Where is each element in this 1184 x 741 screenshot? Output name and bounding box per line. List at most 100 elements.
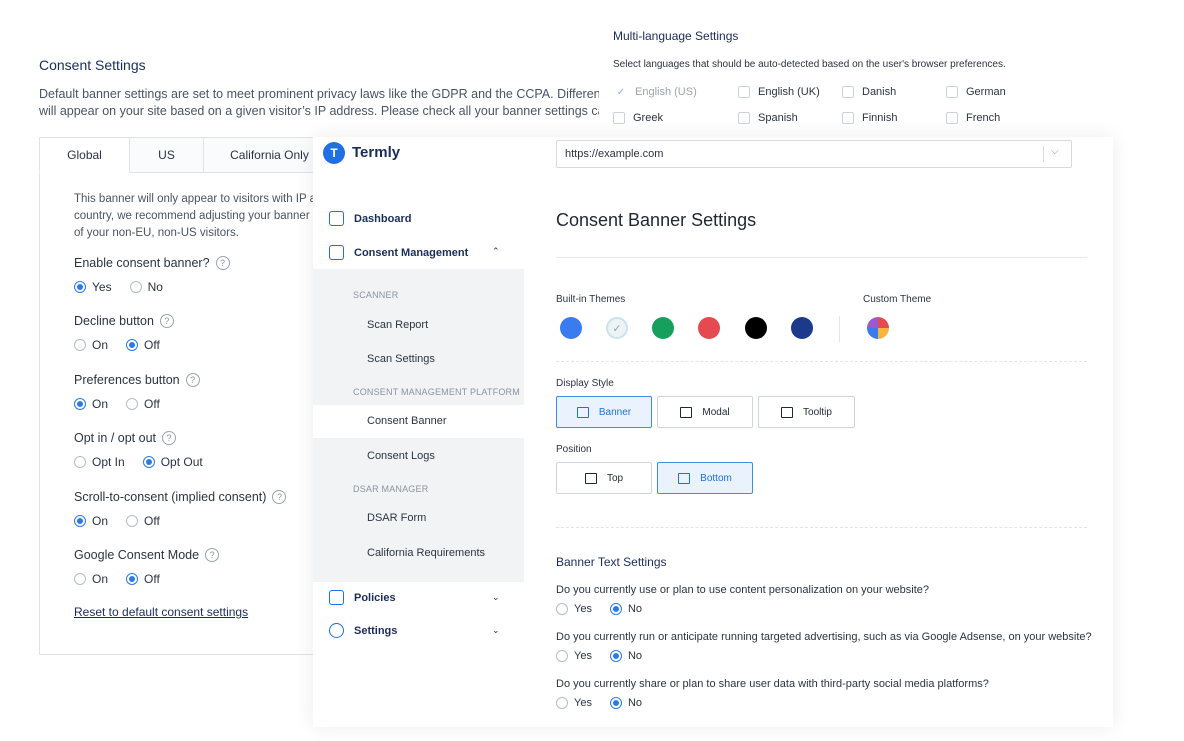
- question-label: Opt in / opt out: [74, 431, 156, 445]
- radio-off[interactable]: Off: [126, 338, 160, 352]
- help-icon[interactable]: ?: [159, 314, 174, 328]
- lang-greek-checkbox[interactable]: Greek: [613, 112, 663, 124]
- display-style-banner-button[interactable]: Banner: [556, 396, 652, 428]
- help-icon[interactable]: ?: [185, 373, 200, 387]
- radio-yes[interactable]: Yes: [556, 697, 592, 709]
- tab-global[interactable]: Global: [39, 137, 130, 173]
- radio-label: Off: [144, 338, 160, 352]
- text-question-3: Do you currently share or plan to share …: [556, 678, 989, 690]
- radio-no[interactable]: No: [129, 280, 163, 294]
- chevron-down-icon[interactable]: ⌄: [492, 625, 500, 636]
- theme-swatch-red[interactable]: [698, 317, 720, 339]
- theme-swatch-green[interactable]: [652, 317, 674, 339]
- sidebar-item-consent-logs[interactable]: Consent Logs: [367, 450, 435, 462]
- question-decline-button: Decline button? On Off: [74, 314, 174, 352]
- check-icon: ✓: [615, 86, 627, 98]
- submenu-heading-scanner: SCANNER: [353, 290, 399, 300]
- sidebar-item-settings[interactable]: Settings: [329, 623, 397, 638]
- banner-info-text: This banner will only appear to visitors…: [74, 191, 319, 242]
- radio-yes[interactable]: Yes: [556, 650, 592, 662]
- submenu-heading-dsar: DSAR MANAGER: [353, 484, 429, 494]
- lang-german-checkbox[interactable]: German: [946, 86, 1006, 98]
- chevron-down-icon[interactable]: ⌵: [1051, 146, 1059, 157]
- radio-no[interactable]: No: [609, 697, 643, 709]
- reset-defaults-link[interactable]: Reset to default consent settings: [74, 605, 248, 619]
- page-title: Consent Banner Settings: [556, 210, 757, 230]
- info-line-3: of your non-EU, non-US visitors.: [74, 227, 239, 239]
- display-style-modal-button[interactable]: Modal: [657, 396, 753, 428]
- sidebar-item-california-requirements[interactable]: California Requirements: [367, 547, 485, 559]
- question-preferences-button: Preferences button? On Off: [74, 373, 200, 411]
- tooltip-icon: [781, 406, 794, 418]
- multi-language-subtitle: Select languages that should be auto-det…: [613, 59, 1006, 70]
- text-question-2-options: Yes No: [556, 650, 642, 662]
- website-url-select[interactable]: https://example.com: [556, 140, 1072, 168]
- theme-swatch-navy[interactable]: [791, 317, 813, 339]
- checkbox-label: French: [966, 112, 1001, 124]
- radio-off[interactable]: Off: [126, 572, 160, 586]
- sidebar-item-scan-settings[interactable]: Scan Settings: [367, 353, 435, 365]
- info-line-2: country, we recommend adjusting your ban…: [74, 210, 319, 222]
- help-icon[interactable]: ?: [162, 431, 176, 445]
- lang-finnish-checkbox[interactable]: Finnish: [842, 112, 897, 124]
- chevron-up-icon[interactable]: ⌃: [492, 246, 500, 257]
- radio-opt-out[interactable]: Opt Out: [142, 455, 203, 469]
- custom-theme-icon[interactable]: [867, 317, 889, 339]
- question-scroll-to-consent: Scroll-to-consent (implied consent)? On …: [74, 490, 287, 528]
- position-top-button[interactable]: Top: [556, 462, 652, 494]
- display-style-label: Display Style: [556, 378, 614, 389]
- chevron-down-icon[interactable]: ⌄: [492, 592, 500, 603]
- sidebar-item-dsar-form[interactable]: DSAR Form: [367, 512, 426, 524]
- radio-label: On: [92, 397, 109, 411]
- sidebar-item-label: Settings: [354, 624, 398, 637]
- sidebar-item-dashboard[interactable]: Dashboard: [329, 211, 411, 226]
- radio-label: No: [147, 280, 163, 294]
- tab-us[interactable]: US: [130, 137, 204, 173]
- radio-on[interactable]: On: [74, 338, 108, 352]
- radio-on[interactable]: On: [74, 572, 108, 586]
- radio-label: No: [627, 603, 643, 615]
- position-label: Position: [556, 444, 592, 455]
- description-line-2: will appear on your site based on a give…: [39, 104, 599, 118]
- sidebar-item-consent-banner[interactable]: Consent Banner: [367, 415, 447, 427]
- checkbox-label: Finnish: [862, 112, 898, 124]
- sidebar-item-consent-management[interactable]: Consent Management: [329, 245, 468, 260]
- radio-label: No: [627, 650, 643, 662]
- display-style-tooltip-button[interactable]: Tooltip: [758, 396, 855, 428]
- radio-off[interactable]: Off: [126, 397, 160, 411]
- lang-french-checkbox[interactable]: French: [946, 112, 1000, 124]
- text-question-2: Do you currently run or anticipate runni…: [556, 631, 1092, 643]
- sidebar-item-policies[interactable]: Policies: [329, 590, 396, 605]
- radio-no[interactable]: No: [609, 650, 643, 662]
- termly-logo-text: Termly: [352, 144, 401, 161]
- help-icon[interactable]: ?: [205, 548, 220, 562]
- radio-on[interactable]: On: [74, 397, 108, 411]
- sidebar-item-scan-report[interactable]: Scan Report: [367, 319, 428, 331]
- radio-label: Opt In: [92, 455, 125, 469]
- question-label: Enable consent banner?: [74, 256, 210, 270]
- theme-swatch-black[interactable]: [745, 317, 767, 339]
- help-icon[interactable]: ?: [272, 490, 287, 504]
- theme-swatch-light-selected[interactable]: ✓: [606, 317, 628, 339]
- help-icon[interactable]: ?: [215, 256, 230, 270]
- radio-off[interactable]: Off: [126, 514, 160, 528]
- radio-yes[interactable]: Yes: [74, 280, 112, 294]
- radio-label: Yes: [92, 280, 112, 294]
- radio-on[interactable]: On: [74, 514, 108, 528]
- position-bottom-button[interactable]: Bottom: [657, 462, 753, 494]
- section-divider: [556, 361, 1087, 362]
- theme-swatch-blue[interactable]: [560, 317, 582, 339]
- url-select-divider: [1043, 146, 1044, 162]
- lang-spanish-checkbox[interactable]: Spanish: [738, 112, 798, 124]
- checkbox-icon: [329, 245, 344, 260]
- radio-opt-in[interactable]: Opt In: [74, 455, 125, 469]
- radio-label: No: [627, 697, 643, 709]
- radio-no[interactable]: No: [609, 603, 643, 615]
- question-google-consent-mode: Google Consent Mode? On Off: [74, 548, 220, 586]
- lang-english-uk-checkbox[interactable]: English (UK): [738, 86, 820, 98]
- radio-yes[interactable]: Yes: [556, 603, 592, 615]
- lang-danish-checkbox[interactable]: Danish: [842, 86, 896, 98]
- section-divider: [556, 527, 1087, 528]
- description-line-1: Default banner settings are set to meet …: [39, 87, 599, 101]
- checkbox-label: Danish: [862, 86, 897, 98]
